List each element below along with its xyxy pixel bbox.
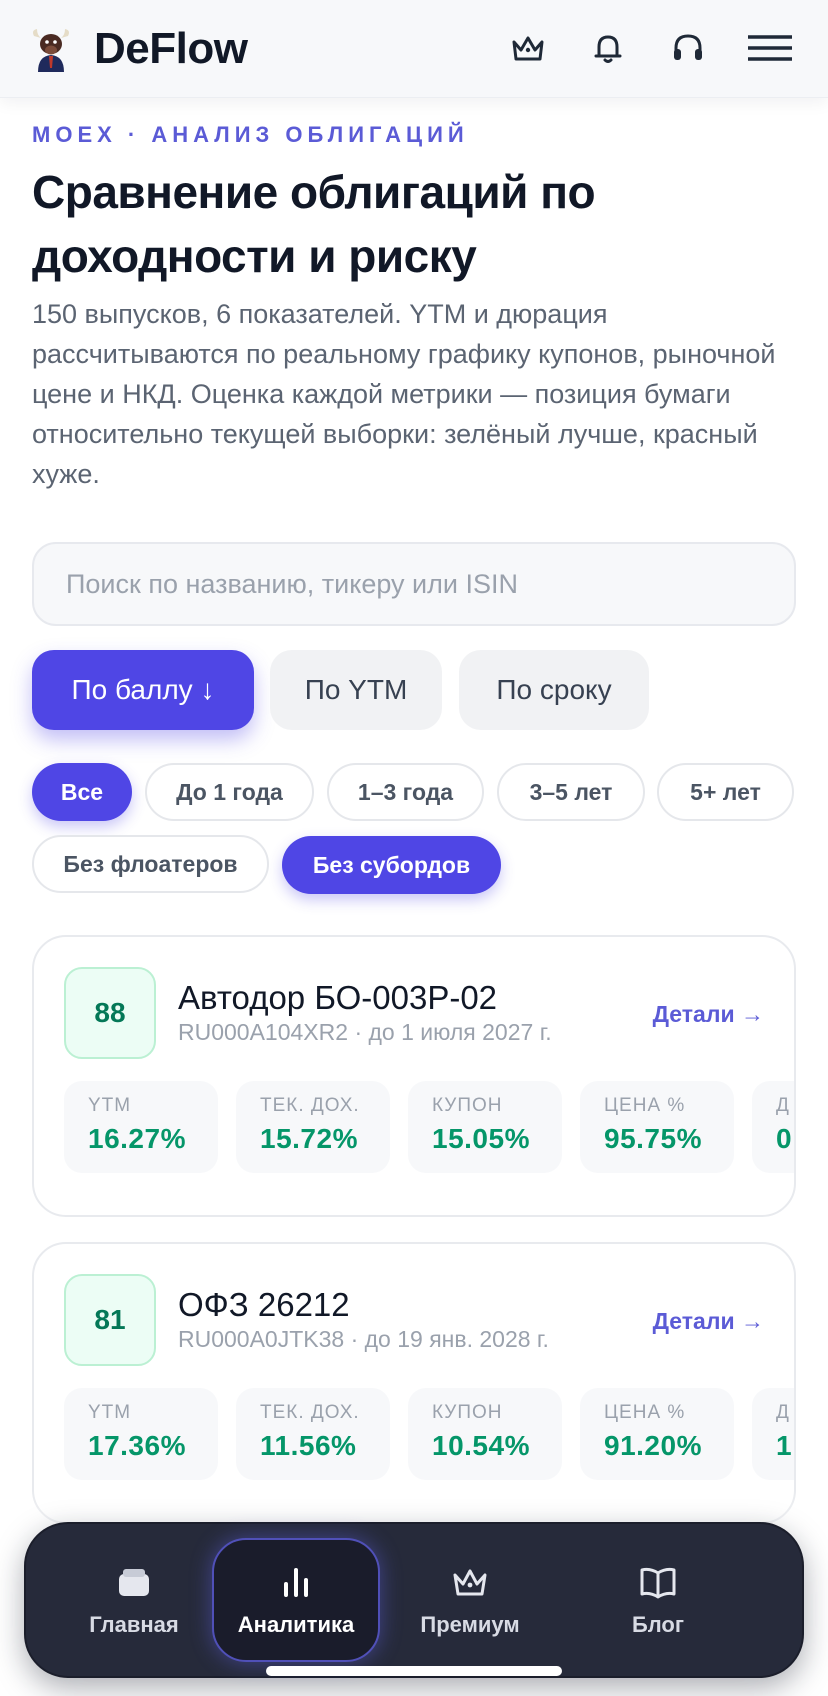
bond-isin-maturity: RU000A104XR2 · до 1 июля 2027 г. (178, 1019, 552, 1045)
metric-value: 1 (776, 1430, 793, 1461)
bull-mascot-logo[interactable] (28, 26, 74, 72)
filter-chip-3-5y[interactable]: 3–5 лет (497, 763, 645, 821)
page-description: 150 выпусков, 6 показателей. YTM и дюрац… (32, 299, 776, 489)
filter-chip-no-floaters[interactable]: Без флоатеров (32, 835, 269, 893)
bottom-nav: Главная Аналитика Премиум Блог (24, 1522, 804, 1678)
crown-icon (453, 1569, 487, 1596)
metric-label: КУПОН (432, 1402, 503, 1423)
metric-value: 15.05% (432, 1123, 530, 1154)
nav-item-blog[interactable]: Блог (574, 1538, 742, 1662)
metric-label: Д (776, 1402, 790, 1423)
search-input[interactable] (32, 542, 796, 626)
bell-icon[interactable] (588, 28, 628, 68)
bar-chart-icon (284, 1568, 308, 1597)
metric-value: 11.56% (260, 1430, 357, 1461)
metric-duration: Д1 (752, 1388, 794, 1480)
crown-icon[interactable] (508, 28, 548, 68)
sort-by-ytm-button[interactable]: По YTM (270, 650, 442, 730)
bond-isin-maturity: RU000A0JTK38 · до 19 янв. 2028 г. (178, 1326, 549, 1352)
metric-price: ЦЕНА % 95.75% (580, 1081, 734, 1173)
metric-duration: Д0 (752, 1081, 794, 1173)
nav-label: Блог (631, 1612, 685, 1637)
metrics-row[interactable]: YTM 16.27% ТЕК. ДОХ. 15.72% КУПОН 15.05% ЦЕ… (64, 1081, 794, 1173)
home-indicator (266, 1666, 562, 1676)
metric-value: 10.54% (432, 1430, 530, 1461)
filter-chip-upto-1y[interactable]: До 1 года (145, 763, 314, 821)
bond-name: Автодор БО-003Р-02 (178, 979, 498, 1016)
details-link[interactable]: Детали → (653, 1001, 764, 1028)
menu-icon[interactable] (746, 28, 794, 68)
book-icon (640, 1567, 676, 1599)
metric-price: ЦЕНА % 91.20% (580, 1388, 734, 1480)
metric-current-yield: ТЕК. ДОХ. 11.56% (236, 1388, 390, 1480)
sort-by-score-button[interactable]: По баллу ↓ (32, 650, 254, 730)
nav-item-premium[interactable]: Премиум (386, 1538, 554, 1662)
nav-label: Премиум (420, 1612, 520, 1637)
bond-card[interactable]: 88 Автодор БО-003Р-02 RU000A104XR2 · до … (32, 935, 796, 1217)
section-eyebrow: MOEX · АНАЛИЗ ОБЛИГАЦИЙ (32, 122, 469, 147)
score-badge: 88 (64, 967, 156, 1059)
metric-label: КУПОН (432, 1095, 503, 1116)
brand-name[interactable]: DeFlow (94, 24, 248, 74)
app-header: DeFlow (0, 0, 828, 98)
headset-icon[interactable] (668, 28, 708, 68)
metric-value: 0 (776, 1123, 793, 1154)
metric-value: 15.72% (260, 1123, 358, 1154)
filter-chip-1-3y[interactable]: 1–3 года (327, 763, 484, 821)
metric-ytm: YTM 17.36% (64, 1388, 218, 1480)
page-title: Сравнение облигаций по доходности и риск… (32, 166, 596, 282)
metric-coupon: КУПОН 10.54% (408, 1388, 562, 1480)
bond-name: ОФЗ 26212 (178, 1286, 350, 1323)
details-link[interactable]: Детали → (653, 1308, 764, 1335)
wallet-icon (119, 1569, 149, 1596)
nav-item-home[interactable]: Главная (50, 1538, 218, 1662)
nav-label: Аналитика (237, 1612, 355, 1637)
filter-chip-no-subords[interactable]: Без субордов (282, 836, 501, 894)
nav-item-analytics[interactable]: Аналитика (212, 1538, 380, 1662)
metric-value: 17.36% (88, 1430, 186, 1461)
metric-label: ТЕК. ДОХ. (260, 1402, 360, 1423)
metrics-row[interactable]: YTM 17.36% ТЕК. ДОХ. 11.56% КУПОН 10.54% ЦЕ… (64, 1388, 794, 1480)
score-badge: 81 (64, 1274, 156, 1366)
metric-label: Д (776, 1095, 790, 1116)
metric-value: 16.27% (88, 1123, 186, 1154)
metric-value: 91.20% (604, 1430, 702, 1461)
metric-ytm: YTM 16.27% (64, 1081, 218, 1173)
metric-label: ЦЕНА % (604, 1402, 686, 1423)
metric-label: YTM (88, 1095, 132, 1116)
bond-card[interactable]: 81 ОФЗ 26212 RU000A0JTK38 · до 19 янв. 2… (32, 1242, 796, 1524)
sort-by-term-button[interactable]: По сроку (459, 650, 649, 730)
metric-label: ТЕК. ДОХ. (260, 1095, 360, 1116)
metric-current-yield: ТЕК. ДОХ. 15.72% (236, 1081, 390, 1173)
nav-label: Главная (89, 1612, 179, 1637)
filter-chip-5plus[interactable]: 5+ лет (657, 763, 794, 821)
metric-coupon: КУПОН 15.05% (408, 1081, 562, 1173)
metric-label: YTM (88, 1402, 132, 1423)
metric-label: ЦЕНА % (604, 1095, 686, 1116)
filter-chip-all[interactable]: Все (32, 763, 132, 821)
metric-value: 95.75% (604, 1123, 702, 1154)
